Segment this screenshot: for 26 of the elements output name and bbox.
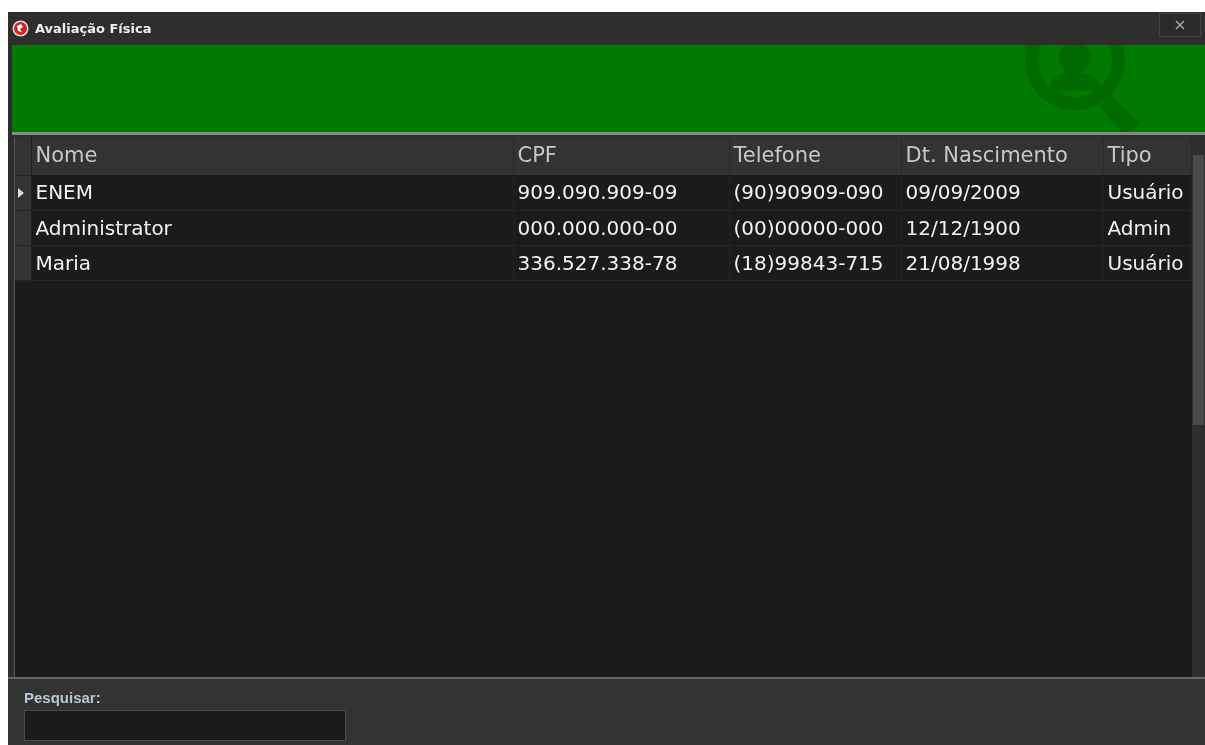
window-title: Avaliação Física [35,19,152,38]
table-cell: 909.090.909-09 [513,175,729,210]
table-cell: 336.527.338-78 [513,245,729,280]
table-cell: ENEM [31,175,513,210]
search-field[interactable] [24,709,346,741]
table-cell: (00)00000-000 [729,210,901,245]
search-label: Pesquisar: [24,688,102,708]
scrollbar-thumb[interactable] [1193,155,1204,425]
table-cell: 000.000.000-00 [513,210,729,245]
column-header[interactable]: Tipo [1103,137,1192,175]
table-cell: 21/08/1998 [901,245,1103,280]
table-cell: (90)90909-090 [729,175,901,210]
table-cell: Maria [31,245,513,280]
table-cell: Administrator [31,210,513,245]
column-header[interactable]: Nome [31,137,513,175]
column-header[interactable]: CPF [513,137,729,175]
table-cell: Admin [1103,210,1192,245]
table-cell: 09/09/2009 [901,175,1103,210]
table-cell: Usuário [1103,245,1192,280]
table-cell: Usuário [1103,175,1192,210]
column-header[interactable]: Dt. Nascimento [901,137,1103,175]
table-cell: 12/12/1900 [901,210,1103,245]
column-header[interactable]: Telefone [729,137,901,175]
table-cell: (18)99843-715 [729,245,901,280]
app-icon [12,20,29,37]
close-button[interactable]: × [1159,12,1201,37]
